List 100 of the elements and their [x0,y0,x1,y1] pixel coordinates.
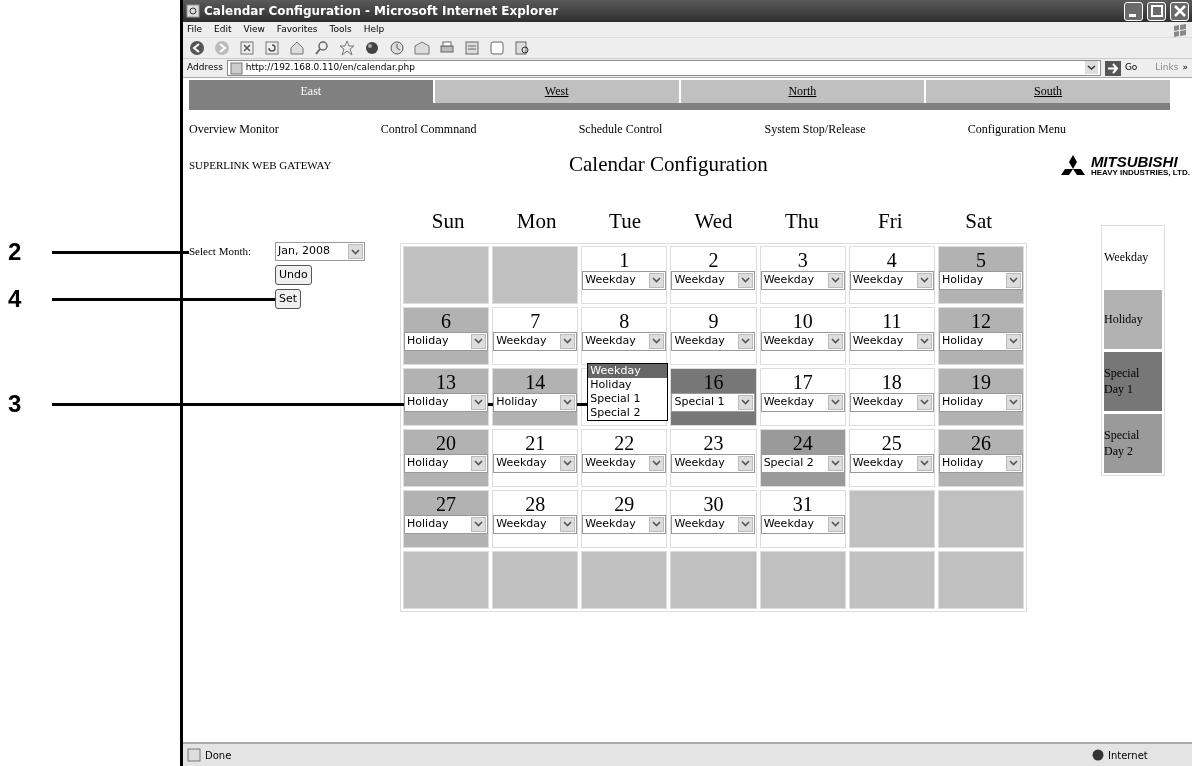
globe-icon[interactable] [364,40,380,56]
weekday-heading: Wed [693,208,734,235]
tab[interactable]: South [926,80,1170,103]
search-icon[interactable] [314,40,330,56]
nav-link[interactable]: Configuration Menu [967,120,1066,138]
day-type-select[interactable]: Weekday [671,270,756,290]
day-type-select[interactable]: Weekday [671,331,756,351]
research-icon[interactable] [514,40,530,56]
month-select[interactable]: Jan, 2008 [275,242,365,261]
day-type-select[interactable]: Weekday [493,514,578,534]
dropdown-option[interactable]: Holiday [588,377,668,392]
maximize-icon[interactable] [1148,3,1165,19]
status-text: Done [205,748,232,763]
day-type-select[interactable]: Weekday [760,331,845,351]
stop-icon[interactable] [239,40,255,56]
day-type-select[interactable]: Holiday [938,392,1023,412]
day-number: 24 [792,431,813,454]
day-type-select[interactable]: Weekday [849,270,934,290]
day-type-select[interactable]: Holiday [404,514,489,534]
printer-icon[interactable] [439,40,455,56]
day-type-select[interactable]: Weekday [493,331,578,351]
home-icon[interactable] [289,40,305,56]
day-number: 27 [436,492,457,515]
address-field[interactable]: http://192.168.0.110/en/calendar.php [226,60,1101,76]
day-type-select[interactable]: Holiday [493,392,578,412]
menu-item[interactable]: Edit [214,22,232,37]
day-type-select[interactable]: Special 2 [760,453,845,473]
dropdown-list[interactable]: Weekday Holiday Special 1 Special 2 [587,362,669,421]
menu-item[interactable]: View [243,22,265,37]
set-button[interactable]: Set [275,289,302,309]
day-type-select[interactable]: Special 1 [671,392,756,412]
windows-flag-icon [1172,22,1188,37]
day-number: 6 [441,309,452,332]
legend-item: Special Day 2 [1104,414,1162,473]
day-number: 8 [619,309,630,332]
day-type-select[interactable]: Holiday [938,331,1023,351]
go-button[interactable]: Go [1124,61,1138,75]
day-type-select[interactable]: Holiday [404,331,489,351]
star-icon[interactable] [339,40,355,56]
refresh-icon[interactable] [264,40,280,56]
day-number: 7 [530,309,541,332]
day-number: 30 [703,492,724,515]
dropdown-option[interactable]: Special 1 [588,391,668,406]
day-number: 31 [792,492,813,515]
three-diamond-logo-icon [1058,154,1087,176]
more-links-chevron[interactable]: » [1182,61,1188,75]
day-type-select[interactable]: Holiday [938,270,1023,290]
day-type-select[interactable]: Weekday [582,514,667,534]
nav-link[interactable]: Control Commnand [380,120,477,138]
day-type-select[interactable]: Weekday [671,453,756,473]
weekday-heading: Tue [608,208,642,235]
day-type-select[interactable]: Weekday [760,514,845,534]
day-type-select[interactable]: Weekday [493,453,578,473]
day-number: 10 [792,309,813,332]
day-type-select[interactable]: Weekday [582,331,667,351]
menu-item[interactable]: Tools [329,22,352,37]
day-type-select[interactable]: Weekday [582,270,667,290]
menu-item[interactable]: Favorites [276,22,318,37]
menu-item[interactable]: File [187,22,203,37]
weekday-heading: Mon [515,208,558,235]
day-number: 21 [525,431,546,454]
menu-item[interactable]: Help [363,22,385,37]
day-number: 29 [614,492,635,515]
tab[interactable]: East [189,80,433,103]
day-number: 4 [886,248,897,271]
day-type-select[interactable]: Holiday [404,453,489,473]
address-label: Address [187,61,223,75]
undo-button[interactable]: Undo [275,265,312,285]
window-title: Calendar Configuration - Microsoft Internet Explorer [204,3,559,20]
day-number: 13 [436,370,457,393]
day-type-select[interactable]: Holiday [938,453,1023,473]
day-type-select[interactable]: Weekday [849,331,934,351]
note-icon[interactable] [489,40,505,56]
tab[interactable]: North [680,80,925,103]
ie-page-icon [187,748,201,762]
dropdown-option[interactable]: Special 2 [588,405,668,420]
day-type-select[interactable]: Weekday [849,453,934,473]
nav-link[interactable]: Overview Monitor [189,120,279,138]
callout-number: 3 [8,392,22,416]
go-arrow-icon[interactable] [1104,60,1121,76]
weekday-heading: Sun [430,208,466,235]
day-type-select[interactable]: Holiday [404,392,489,412]
day-number: 9 [708,309,719,332]
day-type-select[interactable]: Weekday [760,392,845,412]
day-number: 1 [619,248,630,271]
day-type-select[interactable]: Weekday [760,270,845,290]
callout-number: 4 [8,287,22,311]
day-number: 25 [881,431,902,454]
nav-link[interactable]: Schedule Control [578,120,663,138]
weekday-heading: Thu [784,208,820,235]
close-icon[interactable] [1171,3,1188,19]
day-number: 23 [703,431,724,454]
clock-icon[interactable] [389,40,405,56]
day-type-select[interactable]: Weekday [582,453,667,473]
day-number: 28 [525,492,546,515]
nav-link[interactable]: System Stop/Release [764,120,866,138]
dropdown-option[interactable]: Weekday [588,363,668,378]
day-type-select[interactable]: Weekday [849,392,934,412]
tab[interactable]: West [434,80,679,103]
day-type-select[interactable]: Weekday [671,514,756,534]
